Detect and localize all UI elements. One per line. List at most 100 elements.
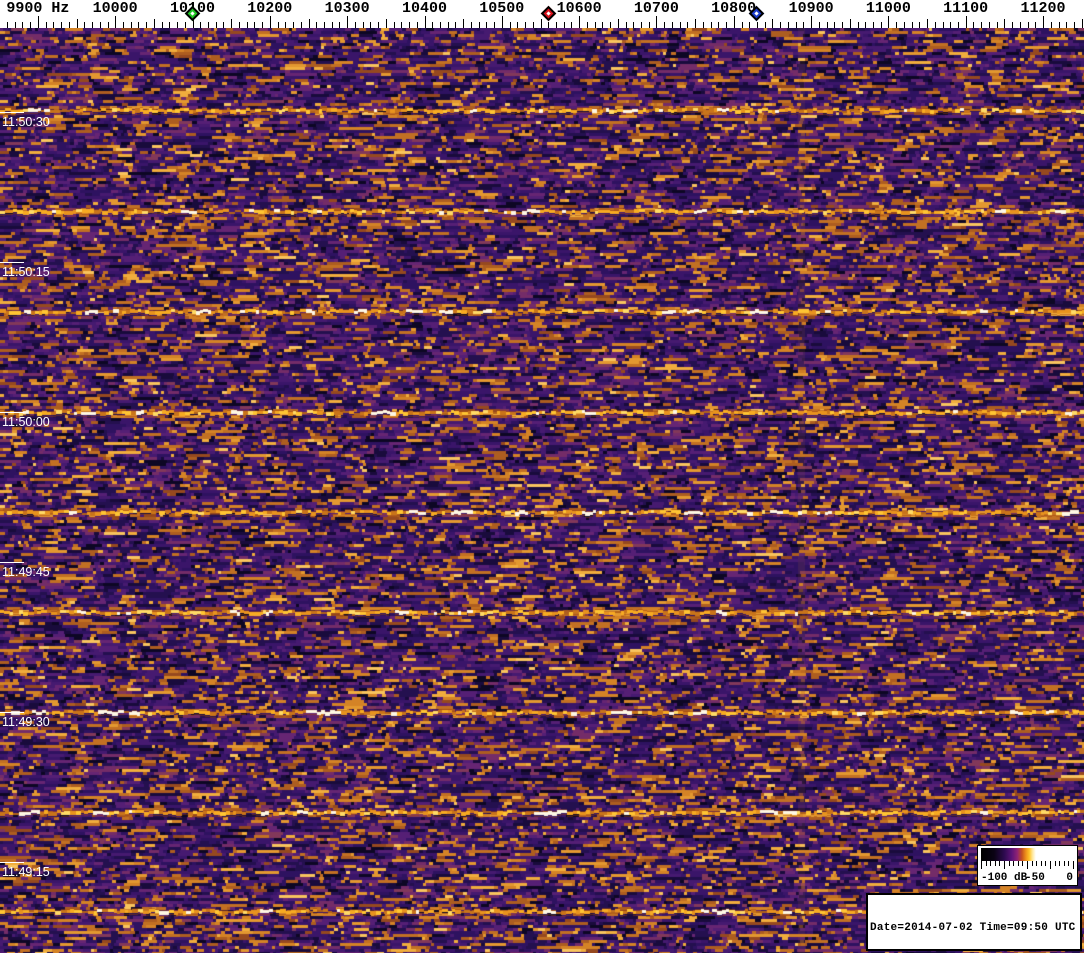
freq-axis-label: 9900 Hz — [6, 0, 70, 17]
freq-tick — [324, 22, 325, 28]
freq-tick — [625, 22, 627, 28]
freq-tick — [14, 22, 16, 28]
freq-tick — [122, 22, 124, 28]
freq-tick — [254, 22, 256, 28]
freq-tick — [370, 22, 372, 28]
freq-tick — [594, 22, 596, 28]
freq-tick — [501, 16, 503, 28]
colorbar-gradient — [981, 848, 1074, 861]
freq-tick — [950, 22, 952, 28]
freq-tick — [1019, 22, 1021, 28]
freq-tick — [687, 22, 689, 28]
freq-tick — [617, 19, 619, 28]
freq-tick — [1050, 22, 1052, 28]
freq-tick — [927, 19, 928, 28]
freq-axis-label: 11100 — [943, 0, 989, 17]
freq-tick — [872, 22, 874, 28]
freq-tick — [153, 19, 155, 28]
freq-tick — [726, 22, 727, 28]
freq-tick — [857, 22, 859, 28]
colorbar-tick — [1031, 861, 1033, 866]
freq-tick — [339, 22, 341, 28]
colorbar-tick — [990, 861, 992, 866]
freq-tick — [641, 22, 642, 28]
freq-tick — [208, 22, 209, 28]
freq-tick — [393, 22, 395, 28]
freq-tick — [826, 22, 828, 28]
freq-tick — [1012, 22, 1014, 28]
colorbar-tick — [999, 861, 1001, 866]
freq-tick — [470, 22, 472, 28]
freq-tick — [919, 22, 921, 28]
freq-tick — [718, 22, 720, 28]
colorbar-label-mid: -50 — [1025, 872, 1045, 884]
freq-tick — [911, 22, 913, 28]
freq-tick — [865, 22, 867, 28]
freq-tick — [803, 22, 805, 28]
freq-tick — [942, 22, 944, 28]
freq-tick — [586, 22, 588, 28]
freq-tick — [107, 22, 109, 28]
freq-tick — [409, 22, 410, 28]
freq-tick — [277, 22, 279, 28]
freq-tick — [161, 22, 163, 28]
freq-axis-label: 11000 — [865, 0, 911, 17]
freq-tick — [416, 22, 418, 28]
station-info-box: Date=2014-07-02 Time=09:50 UTC Freq=143 … — [866, 893, 1082, 951]
colorbar-tick — [1004, 861, 1005, 869]
freq-tick — [1081, 19, 1083, 28]
colorbar-tick — [994, 861, 996, 866]
waterfall-spectrogram — [0, 28, 1084, 953]
freq-tick — [215, 22, 217, 28]
freq-tick — [710, 22, 712, 28]
colorbar-tick — [1050, 861, 1051, 869]
freq-tick — [223, 22, 225, 28]
freq-tick — [478, 22, 480, 28]
freq-tick — [958, 22, 959, 28]
freq-tick — [354, 22, 356, 28]
freq-tick — [262, 22, 264, 28]
freq-tick — [610, 22, 611, 28]
freq-tick — [1066, 22, 1068, 28]
freq-axis-label: 10400 — [401, 0, 448, 17]
freq-tick — [664, 22, 666, 28]
freq-tick — [494, 22, 496, 28]
freq-tick — [184, 22, 186, 28]
colorbar-tick — [1054, 861, 1056, 866]
freq-tick — [934, 22, 936, 28]
freq-tick — [7, 22, 8, 28]
freq-tick — [695, 19, 697, 28]
freq-tick — [880, 22, 882, 28]
freq-tick — [1058, 22, 1060, 28]
freq-tick — [965, 16, 967, 28]
freq-tick — [447, 22, 449, 28]
freq-tick — [300, 22, 302, 28]
freq-tick — [61, 22, 63, 28]
freq-tick — [532, 22, 534, 28]
freq-tick — [463, 19, 465, 28]
freq-tick — [656, 16, 658, 28]
freq-axis-label: 10000 — [92, 0, 138, 17]
freq-tick — [509, 22, 511, 28]
freq-tick — [733, 16, 735, 28]
colorbar-tick — [985, 861, 987, 866]
freq-red-marker[interactable] — [540, 5, 556, 21]
freq-tick — [1035, 22, 1037, 28]
freq-tick — [37, 16, 39, 28]
freq-tick — [996, 22, 998, 28]
freq-tick — [563, 22, 565, 28]
freq-tick — [896, 22, 898, 28]
freq-tick — [246, 22, 248, 28]
freq-tick — [741, 22, 743, 28]
freq-tick — [780, 22, 782, 28]
freq-tick — [525, 22, 526, 28]
freq-tick — [602, 22, 604, 28]
freq-tick — [903, 22, 905, 28]
freq-axis-label: 10200 — [247, 0, 293, 17]
freq-axis-label: 10700 — [633, 0, 679, 17]
freq-tick — [177, 22, 179, 28]
colorbar-tick — [1017, 861, 1019, 866]
info-date-time: Date=2014-07-02 Time=09:50 UTC — [870, 922, 1076, 935]
spectrum-waterfall-display: 9900 Hz100001010010200103001040010500106… — [0, 0, 1084, 953]
freq-tick — [347, 16, 349, 28]
